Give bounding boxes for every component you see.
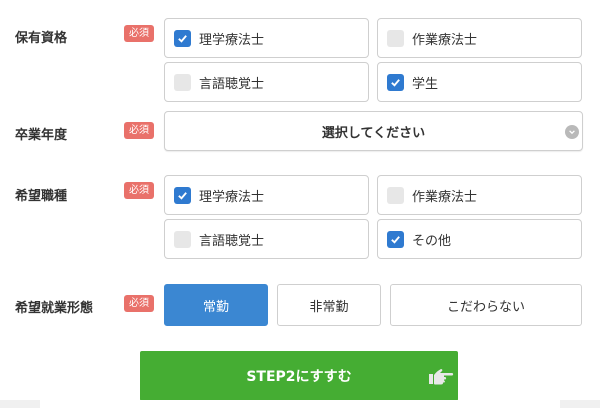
option-label: 言語聴覚士 [199, 233, 265, 249]
checkbox[interactable] [174, 230, 191, 248]
employment-type-label: 希望就業形態 [15, 301, 94, 316]
required-badge: 必須 [124, 122, 154, 139]
option-label: 作業療法士 [412, 189, 478, 205]
graduation-year-select[interactable]: 選択してください [164, 111, 583, 151]
employment-option-parttime[interactable]: 非常勤 [277, 284, 381, 326]
option-label: その他 [412, 233, 452, 249]
checkbox[interactable] [174, 186, 191, 204]
checkbox[interactable] [174, 73, 191, 91]
qualification-option-ot[interactable]: 作業療法士 [377, 18, 582, 58]
select-value: 選択してください [321, 125, 426, 141]
qualification-label: 保有資格 [15, 31, 68, 46]
checkbox[interactable] [387, 73, 404, 91]
option-label: 理学療法士 [199, 189, 265, 205]
required-badge: 必須 [124, 25, 154, 42]
checkbox[interactable] [387, 29, 404, 47]
checkmark-icon [391, 235, 400, 244]
checkmark-icon [178, 191, 187, 200]
checkmark-icon [391, 78, 400, 87]
qualification-option-student[interactable]: 学生 [377, 62, 582, 102]
option-label: 学生 [412, 76, 439, 92]
desired-job-option-st[interactable]: 言語聴覚士 [164, 219, 369, 259]
checkbox[interactable] [387, 230, 404, 248]
desired-job-option-other[interactable]: その他 [377, 219, 582, 259]
qualification-option-pt[interactable]: 理学療法士 [164, 18, 369, 58]
required-badge: 必須 [124, 182, 154, 199]
page-footer-strip-inner [40, 400, 560, 408]
graduation-year-label: 卒業年度 [15, 128, 68, 143]
desired-job-label: 希望職種 [15, 189, 68, 204]
pointing-hand-icon [429, 369, 454, 385]
chevron-down-icon [565, 125, 579, 139]
option-label: 言語聴覚士 [199, 76, 265, 92]
employment-option-fulltime[interactable]: 常勤 [164, 284, 268, 326]
checkbox[interactable] [174, 29, 191, 47]
checkbox[interactable] [387, 186, 404, 204]
employment-option-any[interactable]: こだわらない [390, 284, 582, 326]
required-badge: 必須 [124, 295, 154, 312]
desired-job-option-pt[interactable]: 理学療法士 [164, 175, 369, 215]
qualification-option-st[interactable]: 言語聴覚士 [164, 62, 369, 102]
step2-button[interactable]: STEP2にすすむ [140, 351, 458, 401]
desired-job-option-ot[interactable]: 作業療法士 [377, 175, 582, 215]
option-label: 理学療法士 [199, 32, 265, 48]
option-label: 作業療法士 [412, 32, 478, 48]
checkmark-icon [178, 34, 187, 43]
step2-button-label: STEP2にすすむ [246, 369, 352, 385]
